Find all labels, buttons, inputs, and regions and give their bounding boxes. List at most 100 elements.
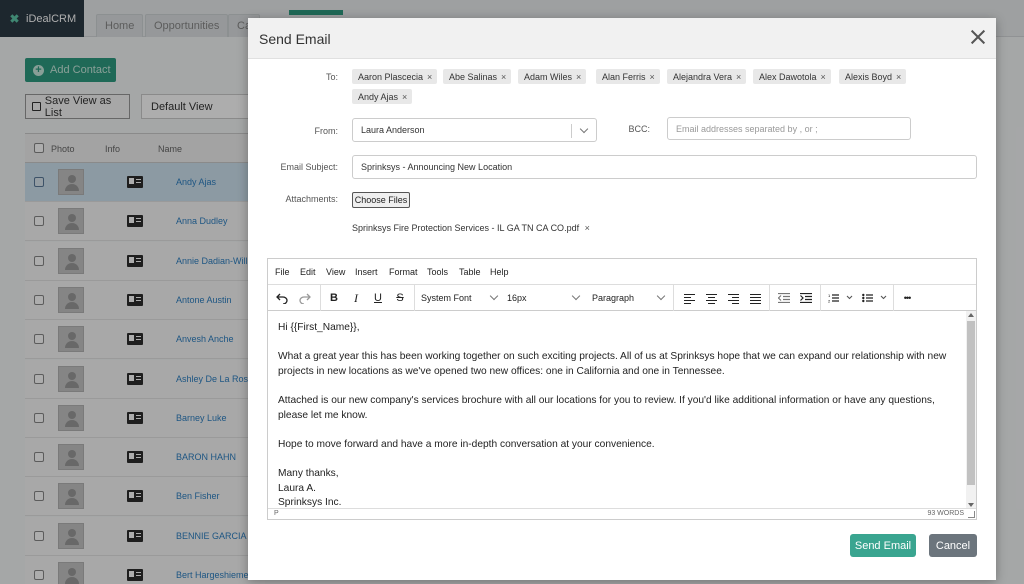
from-label: From: xyxy=(314,126,339,136)
font-size-value: 16px xyxy=(507,293,527,303)
chevron-down-icon xyxy=(489,291,499,301)
recipient-chip: Andy Ajas × xyxy=(352,89,413,104)
align-left-icon[interactable] xyxy=(681,289,697,307)
scroll-up-icon[interactable] xyxy=(968,313,974,317)
outdent-icon[interactable] xyxy=(776,289,792,307)
element-path[interactable]: P xyxy=(274,510,279,517)
email-paragraph-3: Hope to move forward and have a more in-… xyxy=(278,438,655,450)
underline-button[interactable]: U xyxy=(370,289,386,307)
block-format-select[interactable]: Paragraph xyxy=(592,289,666,307)
close-icon[interactable] xyxy=(970,29,986,45)
menu-view[interactable]: View xyxy=(326,267,345,277)
recipient-name: Alejandra Vera xyxy=(673,71,733,82)
resize-handle-icon[interactable] xyxy=(968,511,975,518)
remove-recipient-icon[interactable]: × xyxy=(501,72,506,82)
toolbar-separator xyxy=(769,285,770,311)
subject-input[interactable]: Sprinksys - Announcing New Location xyxy=(352,155,977,179)
from-value: Laura Anderson xyxy=(361,125,425,135)
menu-edit[interactable]: Edit xyxy=(300,267,316,277)
subject-label: Email Subject: xyxy=(280,162,338,172)
editor-statusbar: P 93 WORDS xyxy=(268,508,976,519)
recipient-name: Aaron Plascecia xyxy=(358,71,424,82)
strikethrough-button[interactable]: S xyxy=(392,289,408,307)
recipient-chip: Alejandra Vera × xyxy=(667,69,747,84)
font-family-select[interactable]: System Font xyxy=(421,289,499,307)
bold-button[interactable]: B xyxy=(326,289,342,307)
recipient-name: Alex Dawotola xyxy=(759,71,817,82)
toolbar-separator xyxy=(673,285,674,311)
recipient-chip: Aaron Plascecia × xyxy=(352,69,438,84)
chevron-down-icon xyxy=(656,291,666,301)
align-justify-icon[interactable] xyxy=(747,289,763,307)
recipient-chip: Abe Salinas × xyxy=(443,69,512,84)
chevron-down-icon xyxy=(579,124,589,134)
recipient-chip: Alex Dawotola × xyxy=(753,69,831,84)
remove-recipient-icon[interactable]: × xyxy=(576,72,581,82)
choose-files-button[interactable]: Choose Files xyxy=(352,192,410,208)
attachment-item: Sprinksys Fire Protection Services - IL … xyxy=(352,223,590,233)
email-greeting: Hi {{First_Name}}, xyxy=(278,322,360,333)
recipient-chip: Alexis Boyd × xyxy=(839,69,907,84)
svg-text:2: 2 xyxy=(828,299,831,304)
remove-recipient-icon[interactable]: × xyxy=(821,72,826,82)
recipient-name: Andy Ajas xyxy=(358,91,399,102)
email-paragraph-2: Attached is our new company's services b… xyxy=(278,394,935,421)
bullet-list-icon[interactable] xyxy=(860,289,890,307)
align-center-icon[interactable] xyxy=(703,289,719,307)
editor-content[interactable]: Hi {{First_Name}}, What a great year thi… xyxy=(268,311,966,509)
toolbar-separator xyxy=(320,285,321,311)
send-email-button[interactable]: Send Email xyxy=(850,534,916,557)
undo-icon[interactable] xyxy=(274,289,290,307)
font-size-select[interactable]: 16px xyxy=(507,289,581,307)
menu-insert[interactable]: Insert xyxy=(355,267,378,277)
remove-recipient-icon[interactable]: × xyxy=(896,72,901,82)
recipient-name: Alexis Boyd xyxy=(845,71,893,82)
scroll-thumb[interactable] xyxy=(967,321,975,485)
recipient-name: Alan Ferris xyxy=(602,71,646,82)
attachment-name: Sprinksys Fire Protection Services - IL … xyxy=(352,223,580,233)
email-closing: Many thanks, xyxy=(278,467,339,479)
chevron-down-icon xyxy=(571,291,581,301)
numbered-list-icon[interactable]: 12 xyxy=(826,289,856,307)
menu-file[interactable]: File xyxy=(275,267,290,277)
remove-attachment-icon[interactable]: × xyxy=(585,223,590,233)
remove-recipient-icon[interactable]: × xyxy=(736,72,741,82)
italic-button[interactable]: I xyxy=(348,289,364,307)
remove-recipient-icon[interactable]: × xyxy=(650,72,655,82)
menu-help[interactable]: Help xyxy=(490,267,509,277)
align-right-icon[interactable] xyxy=(725,289,741,307)
scroll-down-icon[interactable] xyxy=(968,503,974,507)
word-count[interactable]: 93 WORDS xyxy=(927,510,964,517)
modal-title: Send Email xyxy=(259,31,331,47)
recipient-name: Abe Salinas xyxy=(449,71,498,82)
to-label: To: xyxy=(325,72,338,82)
modal-header: Send Email xyxy=(248,18,996,59)
redo-icon[interactable] xyxy=(297,289,313,307)
editor-scrollbar[interactable] xyxy=(966,311,976,509)
remove-recipient-icon[interactable]: × xyxy=(402,92,407,102)
recipient-chip: Alan Ferris × xyxy=(596,69,660,84)
bcc-label: BCC: xyxy=(628,124,650,134)
attachments-label: Attachments: xyxy=(285,194,338,204)
from-select[interactable]: Laura Anderson xyxy=(352,118,597,142)
indent-icon[interactable] xyxy=(798,289,814,307)
editor-menubar: File Edit View Insert Format Tools Table… xyxy=(268,259,976,285)
remove-recipient-icon[interactable]: × xyxy=(427,72,432,82)
bcc-input[interactable]: Email addresses separated by , or ; xyxy=(667,117,911,140)
toolbar-separator xyxy=(414,285,415,311)
more-options-icon[interactable]: ••• xyxy=(898,289,916,307)
email-signature: Laura A. xyxy=(278,482,316,494)
menu-tools[interactable]: Tools xyxy=(427,267,448,277)
toolbar-separator xyxy=(820,285,821,311)
font-family-value: System Font xyxy=(421,293,472,303)
toolbar-separator xyxy=(893,285,894,311)
recipient-chip: Adam Wiles × xyxy=(518,69,587,84)
menu-format[interactable]: Format xyxy=(389,267,418,277)
recipient-name: Adam Wiles xyxy=(524,71,573,82)
editor-toolbar: B I U S System Font 16px Paragraph 1 2 •… xyxy=(268,285,976,311)
select-divider xyxy=(571,124,572,138)
menu-table[interactable]: Table xyxy=(459,267,481,277)
cancel-button[interactable]: Cancel xyxy=(929,534,977,557)
block-format-value: Paragraph xyxy=(592,293,635,303)
svg-text:1: 1 xyxy=(828,293,831,298)
